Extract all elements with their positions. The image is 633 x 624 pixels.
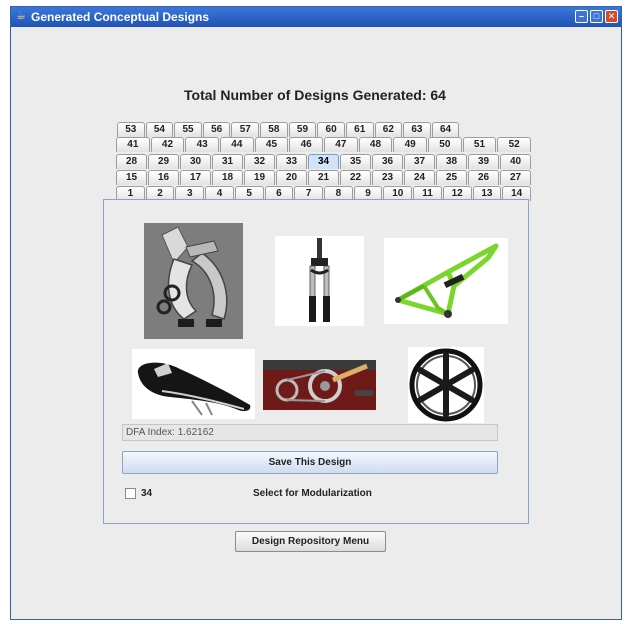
tab-47[interactable]: 47 xyxy=(324,137,358,152)
tab-19[interactable]: 19 xyxy=(244,170,275,185)
drivetrain-image xyxy=(263,360,376,410)
window-title: Generated Conceptual Designs xyxy=(31,10,210,24)
tab-44[interactable]: 44 xyxy=(220,137,254,152)
tab-23[interactable]: 23 xyxy=(372,170,403,185)
caliper-brake-image xyxy=(144,223,243,339)
minimize-button[interactable]: – xyxy=(575,10,588,23)
tab-24[interactable]: 24 xyxy=(404,170,435,185)
tab-51[interactable]: 51 xyxy=(462,137,497,152)
tab-43[interactable]: 43 xyxy=(185,137,219,152)
title-bar[interactable]: ☕ Generated Conceptual Designs – □ ✕ xyxy=(11,7,621,27)
tab-48[interactable]: 48 xyxy=(358,137,393,152)
tab-30[interactable]: 30 xyxy=(180,154,211,169)
tab-32[interactable]: 32 xyxy=(244,154,275,169)
tab-63[interactable]: 63 xyxy=(403,122,431,137)
tab-60[interactable]: 60 xyxy=(317,122,345,137)
tab-16[interactable]: 16 xyxy=(148,170,179,185)
wheel-image xyxy=(408,347,484,423)
tab-53[interactable]: 53 xyxy=(117,122,145,137)
design-tabs: 53 54 55 56 57 58 59 60 61 62 63 64 41 42 43 44 45 46 47 48… xyxy=(105,117,531,207)
tab-46[interactable]: 46 xyxy=(289,137,323,152)
modularization-row: 34 Select for Modularization xyxy=(125,487,505,501)
dfa-index-field: DFA Index: 1.62162 xyxy=(122,424,498,441)
tab-27[interactable]: 27 xyxy=(500,170,531,185)
tab-45[interactable]: 45 xyxy=(254,137,289,152)
tab-52[interactable]: 52 xyxy=(497,137,531,152)
tab-22[interactable]: 22 xyxy=(340,170,371,185)
checkbox-label: 34 xyxy=(141,488,153,499)
tab-55[interactable]: 55 xyxy=(174,122,202,137)
tab-50[interactable]: 50 xyxy=(428,137,462,152)
tab-57[interactable]: 57 xyxy=(231,122,260,137)
tab-41[interactable]: 41 xyxy=(116,137,150,152)
tab-25[interactable]: 25 xyxy=(436,170,467,185)
tab-37[interactable]: 37 xyxy=(404,154,435,169)
frame-image xyxy=(384,238,508,324)
tab-38[interactable]: 38 xyxy=(436,154,467,169)
save-design-button[interactable]: Save This Design xyxy=(122,451,498,474)
tab-34[interactable]: 34 xyxy=(308,154,339,169)
tab-15[interactable]: 15 xyxy=(116,170,147,185)
tab-64[interactable]: 64 xyxy=(431,122,460,137)
tab-20[interactable]: 20 xyxy=(276,170,307,185)
tab-42[interactable]: 42 xyxy=(150,137,185,152)
modularization-label: Select for Modularization xyxy=(253,488,372,499)
tab-31[interactable]: 31 xyxy=(212,154,243,169)
tab-33[interactable]: 33 xyxy=(276,154,307,169)
java-cup-icon: ☕ xyxy=(16,10,26,22)
tab-62[interactable]: 62 xyxy=(374,122,403,137)
page-title: Total Number of Designs Generated: 64 xyxy=(184,87,446,103)
tab-18[interactable]: 18 xyxy=(212,170,243,185)
design-repository-menu-button[interactable]: Design Repository Menu xyxy=(235,531,386,552)
tab-28[interactable]: 28 xyxy=(116,154,147,169)
tab-39[interactable]: 39 xyxy=(468,154,499,169)
maximize-button[interactable]: □ xyxy=(590,10,603,23)
tab-29[interactable]: 29 xyxy=(148,154,179,169)
tab-35[interactable]: 35 xyxy=(340,154,371,169)
tab-36[interactable]: 36 xyxy=(372,154,403,169)
tab-56[interactable]: 56 xyxy=(202,122,231,137)
close-button[interactable]: ✕ xyxy=(605,10,618,23)
tab-40[interactable]: 40 xyxy=(500,154,531,169)
modularization-checkbox[interactable] xyxy=(125,488,136,499)
tab-26[interactable]: 26 xyxy=(468,170,499,185)
tab-59[interactable]: 59 xyxy=(288,122,317,137)
tab-54[interactable]: 54 xyxy=(145,122,174,137)
tab-49[interactable]: 49 xyxy=(393,137,427,152)
tab-21[interactable]: 21 xyxy=(308,170,339,185)
tab-58[interactable]: 58 xyxy=(260,122,288,137)
tab-17[interactable]: 17 xyxy=(180,170,211,185)
suspension-fork-image xyxy=(275,236,364,326)
saddle-image xyxy=(132,349,255,419)
tab-61[interactable]: 61 xyxy=(345,122,374,137)
